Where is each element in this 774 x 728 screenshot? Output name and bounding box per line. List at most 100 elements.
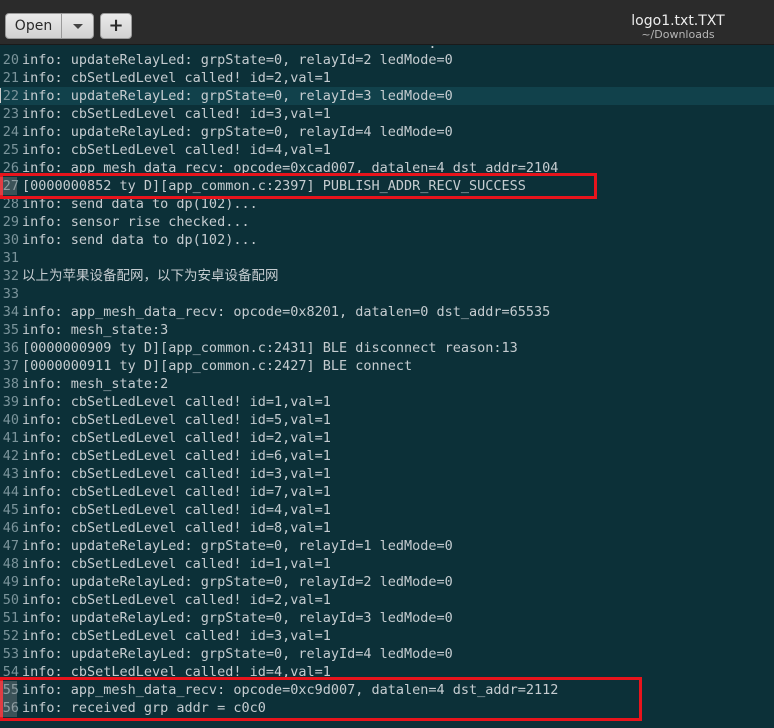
line-text: info: cbSetLedLevel called! id=7,val=1 <box>22 484 331 500</box>
new-tab-button[interactable]: + <box>100 13 132 39</box>
code-line[interactable]: 48 info: cbSetLedLevel called! id=1,val=1 <box>0 555 774 573</box>
line-text: info: cbSetLedLevel called! id=4,val=1 <box>22 664 331 680</box>
line-text: info: mesh_state:3 <box>22 322 169 338</box>
line-number: 54 <box>2 664 19 680</box>
line-number: 29 <box>2 214 19 230</box>
line-number: 43 <box>2 466 19 482</box>
line-text: info: updateRelayLed: grpState=0, relayI… <box>22 88 453 104</box>
line-text: info: app_mesh_data_recv: opcode=0xcad00… <box>22 160 559 176</box>
code-line[interactable]: 29 info: sensor rise checked... <box>0 213 774 231</box>
line-number: 30 <box>2 232 19 248</box>
plus-icon: + <box>108 15 124 36</box>
code-line[interactable]: 41 info: cbSetLedLevel called! id=2,val=1 <box>0 429 774 447</box>
line-number: 28 <box>2 196 19 212</box>
line-number: 48 <box>2 556 19 572</box>
line-number: 24 <box>2 124 19 140</box>
code-line[interactable]: 22 info: updateRelayLed: grpState=0, rela… <box>0 87 774 105</box>
editor-text-area[interactable]: : 20info: updateRelayLed: grpState=0, re… <box>0 44 774 728</box>
code-line[interactable]: 33 <box>0 285 774 303</box>
code-line[interactable]: 30 info: send data to dp(102)... <box>0 231 774 249</box>
line-number: 44 <box>2 484 19 500</box>
line-text: info: cbSetLedLevel called! id=4,val=1 <box>22 142 331 158</box>
code-line[interactable]: 53 info: updateRelayLed: grpState=0, rela… <box>0 645 774 663</box>
code-line[interactable]: 36 [0000000909 ty D][app_common.c:2431] B… <box>0 339 774 357</box>
code-line[interactable]: 32 以上为苹果设备配网，以下为安卓设备配网 <box>0 267 774 285</box>
open-recent-dropdown-button[interactable] <box>61 13 94 39</box>
line-text: info: updateRelayLed: grpState=0, relayI… <box>22 52 453 68</box>
gutter-selection <box>0 177 17 195</box>
chevron-down-icon <box>73 24 83 29</box>
code-line[interactable]: 55 info: app_mesh_data_recv: opcode=0xc9d… <box>0 681 774 699</box>
code-line[interactable]: 34 info: app_mesh_data_recv: opcode=0x820… <box>0 303 774 321</box>
code-line[interactable]: 51 info: updateRelayLed: grpState=0, rela… <box>0 609 774 627</box>
line-text: info: received grp addr = c0c0 <box>22 700 266 716</box>
code-line[interactable]: 28 info: send data to dp(102)... <box>0 195 774 213</box>
line-text: info: cbSetLedLevel called! id=2,val=1 <box>22 592 331 608</box>
partial-line: : <box>0 44 774 51</box>
line-text: info: cbSetLedLevel called! id=1,val=1 <box>22 556 331 572</box>
line-text: info: cbSetLedLevel called! id=5,val=1 <box>22 412 331 428</box>
line-number: 36 <box>2 340 19 356</box>
open-button[interactable]: Open <box>5 13 62 39</box>
code-line[interactable]: 54 info: cbSetLedLevel called! id=4,val=1 <box>0 663 774 681</box>
code-line[interactable]: 25 info: cbSetLedLevel called! id=4,val=1 <box>0 141 774 159</box>
line-text: [0000000852 ty D][app_common.c:2397] PUB… <box>22 178 526 194</box>
line-text: info: send data to dp(102)... <box>22 196 258 212</box>
code-line[interactable]: 46 info: cbSetLedLevel called! id=8,val=1 <box>0 519 774 537</box>
line-text: info: mesh_state:2 <box>22 376 169 392</box>
code-line[interactable]: 39 info: cbSetLedLevel called! id=1,val=1 <box>0 393 774 411</box>
line-number: 52 <box>2 628 19 644</box>
code-line[interactable]: 47 info: updateRelayLed: grpState=0, rela… <box>0 537 774 555</box>
line-number: 22 <box>2 88 19 104</box>
line-number: 35 <box>2 322 19 338</box>
code-line[interactable]: 45 info: cbSetLedLevel called! id=4,val=1 <box>0 501 774 519</box>
line-text: info: send data to dp(102)... <box>22 232 258 248</box>
code-line[interactable]: 49 info: updateRelayLed: grpState=0, rela… <box>0 573 774 591</box>
line-text: info: updateRelayLed: grpState=0, relayI… <box>22 124 453 140</box>
line-text: info: cbSetLedLevel called! id=2,val=1 <box>22 430 331 446</box>
code-line[interactable]: 31 <box>0 249 774 267</box>
line-text: info: cbSetLedLevel called! id=4,val=1 <box>22 502 331 518</box>
code-line[interactable]: 26 info: app_mesh_data_recv: opcode=0xcad… <box>0 159 774 177</box>
line-number: 46 <box>2 520 19 536</box>
line-number: 31 <box>2 250 19 266</box>
code-line[interactable]: 42 info: cbSetLedLevel called! id=6,val=1 <box>0 447 774 465</box>
line-text: info: cbSetLedLevel called! id=2,val=1 <box>22 70 331 86</box>
line-number: 32 <box>2 268 19 284</box>
line-text: info: cbSetLedLevel called! id=3,val=1 <box>22 628 331 644</box>
code-line[interactable]: 35 info: mesh_state:3 <box>0 321 774 339</box>
code-line[interactable]: 43 info: cbSetLedLevel called! id=3,val=1 <box>0 465 774 483</box>
code-line[interactable]: 52 info: cbSetLedLevel called! id=3,val=1 <box>0 627 774 645</box>
code-line[interactable]: 21 info: cbSetLedLevel called! id=2,val=1 <box>0 69 774 87</box>
code-line[interactable]: 20 info: updateRelayLed: grpState=0, rela… <box>0 51 774 69</box>
line-text: info: updateRelayLed: grpState=0, relayI… <box>22 574 453 590</box>
gutter-selection <box>0 681 17 717</box>
line-number: 20 <box>2 52 19 68</box>
line-number: 33 <box>2 286 19 302</box>
line-number: 50 <box>2 592 19 608</box>
line-number: 21 <box>2 70 19 86</box>
line-number: 47 <box>2 538 19 554</box>
line-text: info: cbSetLedLevel called! id=3,val=1 <box>22 466 331 482</box>
code-line[interactable]: 37 [0000000911 ty D][app_common.c:2427] B… <box>0 357 774 375</box>
code-line[interactable]: 23 info: cbSetLedLevel called! id=3,val=1 <box>0 105 774 123</box>
text-editor-window: Open + logo1.txt.TXT ~/Downloads : 20inf… <box>0 0 774 728</box>
line-number: 45 <box>2 502 19 518</box>
code-line[interactable]: 24 info: updateRelayLed: grpState=0, rela… <box>0 123 774 141</box>
line-text: info: sensor rise checked... <box>22 214 250 230</box>
line-number: 26 <box>2 160 19 176</box>
code-line[interactable]: 50 info: cbSetLedLevel called! id=2,val=1 <box>0 591 774 609</box>
line-text: info: cbSetLedLevel called! id=8,val=1 <box>22 520 331 536</box>
code-line[interactable]: 40 info: cbSetLedLevel called! id=5,val=1 <box>0 411 774 429</box>
line-text: info: app_mesh_data_recv: opcode=0x8201,… <box>22 304 551 320</box>
line-text: info: cbSetLedLevel called! id=3,val=1 <box>22 106 331 122</box>
code-line[interactable]: 27 [0000000852 ty D][app_common.c:2397] P… <box>0 177 774 195</box>
code-line[interactable]: 56 info: received grp addr = c0c0 <box>0 699 774 717</box>
line-number: 39 <box>2 394 19 410</box>
partial-line-text: : <box>22 44 436 51</box>
code-line[interactable]: 38 info: mesh_state:2 <box>0 375 774 393</box>
code-line[interactable]: 44 info: cbSetLedLevel called! id=7,val=1 <box>0 483 774 501</box>
line-number: 25 <box>2 142 19 158</box>
window-title: logo1.txt.TXT <box>631 13 725 29</box>
line-text: info: updateRelayLed: grpState=0, relayI… <box>22 538 453 554</box>
